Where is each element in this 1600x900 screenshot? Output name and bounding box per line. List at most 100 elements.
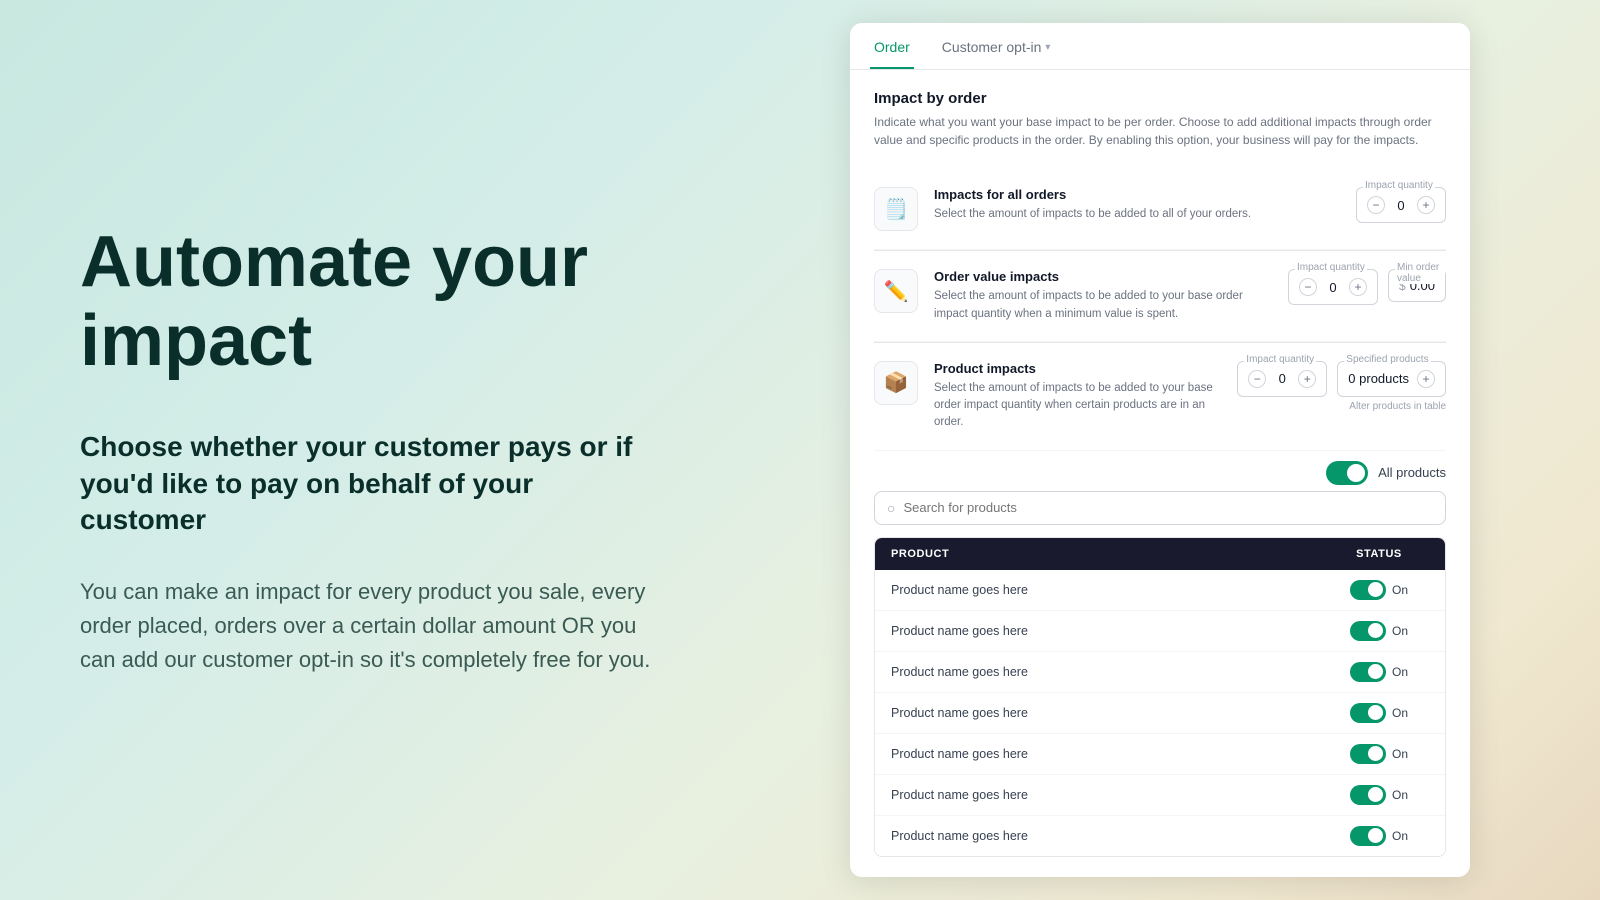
all-orders-qty-inner: − 0 + xyxy=(1363,190,1439,220)
product-status-label: On xyxy=(1392,583,1408,597)
product-qty-increment[interactable]: + xyxy=(1298,370,1316,388)
product-qty-decrement[interactable]: − xyxy=(1248,370,1266,388)
search-icon: ○ xyxy=(887,500,895,516)
col-status: STATUS xyxy=(1329,548,1429,560)
tab-order[interactable]: Order xyxy=(870,23,914,69)
order-value-qty-increment[interactable]: + xyxy=(1349,278,1367,296)
product-name: Product name goes here xyxy=(891,706,1329,720)
all-orders-label: Impacts for all orders xyxy=(934,187,1340,202)
subheadline: Choose whether your customer pays or if … xyxy=(80,429,660,538)
order-value-qty-box: Impact quantity − 0 + xyxy=(1288,269,1378,305)
all-orders-icon: 🗒️ xyxy=(874,187,918,231)
spec-products-box: Specified products 0 products + xyxy=(1337,361,1446,397)
order-value-qty-inner: − 0 + xyxy=(1295,272,1371,302)
product-table: PRODUCT STATUS Product name goes here On… xyxy=(874,537,1446,857)
product-toggle[interactable] xyxy=(1350,744,1386,764)
alter-products-text: Alter products in table xyxy=(1337,401,1446,412)
product-name: Product name goes here xyxy=(891,788,1329,802)
product-status: On xyxy=(1329,744,1429,764)
order-value-qty-decrement[interactable]: − xyxy=(1299,278,1317,296)
body-text: You can make an impact for every product… xyxy=(80,575,660,677)
table-row: Product name goes here On xyxy=(875,734,1445,775)
impact-row-order-value: ✏️ Order value impacts Select the amount… xyxy=(874,251,1446,342)
col-product: PRODUCT xyxy=(891,548,1329,560)
product-status: On xyxy=(1329,703,1429,723)
product-status: On xyxy=(1329,580,1429,600)
product-toggle[interactable] xyxy=(1350,785,1386,805)
product-impacts-icon: 📦 xyxy=(874,361,918,405)
all-orders-info: Impacts for all orders Select the amount… xyxy=(934,187,1340,223)
spec-products-label: Specified products xyxy=(1344,354,1430,365)
order-value-desc: Select the amount of impacts to be added… xyxy=(934,288,1272,323)
product-status-label: On xyxy=(1392,788,1408,802)
spec-products-add[interactable]: + xyxy=(1417,370,1435,388)
order-value-qty-label: Impact quantity xyxy=(1295,262,1367,273)
order-value-controls: Impact quantity − 0 + Min order value $ … xyxy=(1288,269,1446,305)
all-orders-qty-box: Impact quantity − 0 + xyxy=(1356,187,1446,223)
min-order-box: Min order value $ 0.00 xyxy=(1388,269,1446,302)
all-products-toggle[interactable] xyxy=(1326,461,1368,485)
order-value-info: Order value impacts Select the amount of… xyxy=(934,269,1272,323)
product-name: Product name goes here xyxy=(891,665,1329,679)
all-orders-qty-decrement[interactable]: − xyxy=(1367,196,1385,214)
product-status-label: On xyxy=(1392,747,1408,761)
product-name: Product name goes here xyxy=(891,583,1329,597)
product-status: On xyxy=(1329,826,1429,846)
table-row: Product name goes here On xyxy=(875,611,1445,652)
product-name: Product name goes here xyxy=(891,829,1329,843)
tab-customer-optin[interactable]: Customer opt-in ▾ xyxy=(938,23,1055,69)
product-status: On xyxy=(1329,785,1429,805)
product-status: On xyxy=(1329,621,1429,641)
product-impacts-desc: Select the amount of impacts to be added… xyxy=(934,380,1221,432)
main-card: Order Customer opt-in ▾ Impact by order … xyxy=(850,23,1470,876)
table-row: Product name goes here On xyxy=(875,652,1445,693)
main-headline: Automate your impact xyxy=(80,223,660,381)
order-value-label: Order value impacts xyxy=(934,269,1272,284)
product-status-label: On xyxy=(1392,665,1408,679)
left-panel: Automate your impact Choose whether your… xyxy=(0,163,740,737)
chevron-down-icon: ▾ xyxy=(1045,42,1050,53)
impact-row-all-orders: 🗒️ Impacts for all orders Select the amo… xyxy=(874,169,1446,250)
table-header: PRODUCT STATUS xyxy=(875,538,1445,570)
product-toggle[interactable] xyxy=(1350,580,1386,600)
product-name: Product name goes here xyxy=(891,624,1329,638)
all-products-toggle-row: All products xyxy=(874,451,1446,491)
order-value-icon: ✏️ xyxy=(874,269,918,313)
all-orders-qty-increment[interactable]: + xyxy=(1417,196,1435,214)
product-qty-value: 0 xyxy=(1274,371,1290,386)
product-toggle[interactable] xyxy=(1350,703,1386,723)
table-row: Product name goes here On xyxy=(875,570,1445,611)
product-status: On xyxy=(1329,662,1429,682)
section-desc: Indicate what you want your base impact … xyxy=(874,113,1446,149)
table-row: Product name goes here On xyxy=(875,775,1445,816)
table-row: Product name goes here On xyxy=(875,693,1445,734)
all-orders-desc: Select the amount of impacts to be added… xyxy=(934,206,1340,223)
product-status-label: On xyxy=(1392,829,1408,843)
product-toggle[interactable] xyxy=(1350,826,1386,846)
all-orders-qty-value: 0 xyxy=(1393,198,1409,213)
product-toggle[interactable] xyxy=(1350,662,1386,682)
section-title: Impact by order xyxy=(874,90,1446,107)
product-status-label: On xyxy=(1392,624,1408,638)
product-impacts-label: Product impacts xyxy=(934,361,1221,376)
min-order-label: Min order value xyxy=(1395,262,1445,284)
product-impacts-controls: Impact quantity − 0 + Specified products… xyxy=(1237,361,1446,412)
right-panel: Order Customer opt-in ▾ Impact by order … xyxy=(740,3,1600,896)
product-impacts-info: Product impacts Select the amount of imp… xyxy=(934,361,1221,432)
tabs-bar: Order Customer opt-in ▾ xyxy=(850,23,1470,70)
product-toggle[interactable] xyxy=(1350,621,1386,641)
impact-row-product: 📦 Product impacts Select the amount of i… xyxy=(874,343,1446,451)
order-value-qty-value: 0 xyxy=(1325,280,1341,295)
card-body: Impact by order Indicate what you want y… xyxy=(850,70,1470,876)
product-status-label: On xyxy=(1392,706,1408,720)
search-input[interactable] xyxy=(903,500,1433,515)
table-row: Product name goes here On xyxy=(875,816,1445,856)
all-orders-controls: Impact quantity − 0 + xyxy=(1356,187,1446,223)
product-qty-inner: − 0 + xyxy=(1244,364,1320,394)
table-rows: Product name goes here On Product name g… xyxy=(875,570,1445,856)
spec-products-inner: 0 products + xyxy=(1344,364,1439,394)
spec-products-wrapper: Specified products 0 products + Alter pr… xyxy=(1337,361,1446,412)
product-qty-box: Impact quantity − 0 + xyxy=(1237,361,1327,397)
spec-products-value: 0 products xyxy=(1348,371,1409,386)
search-row[interactable]: ○ xyxy=(874,491,1446,525)
